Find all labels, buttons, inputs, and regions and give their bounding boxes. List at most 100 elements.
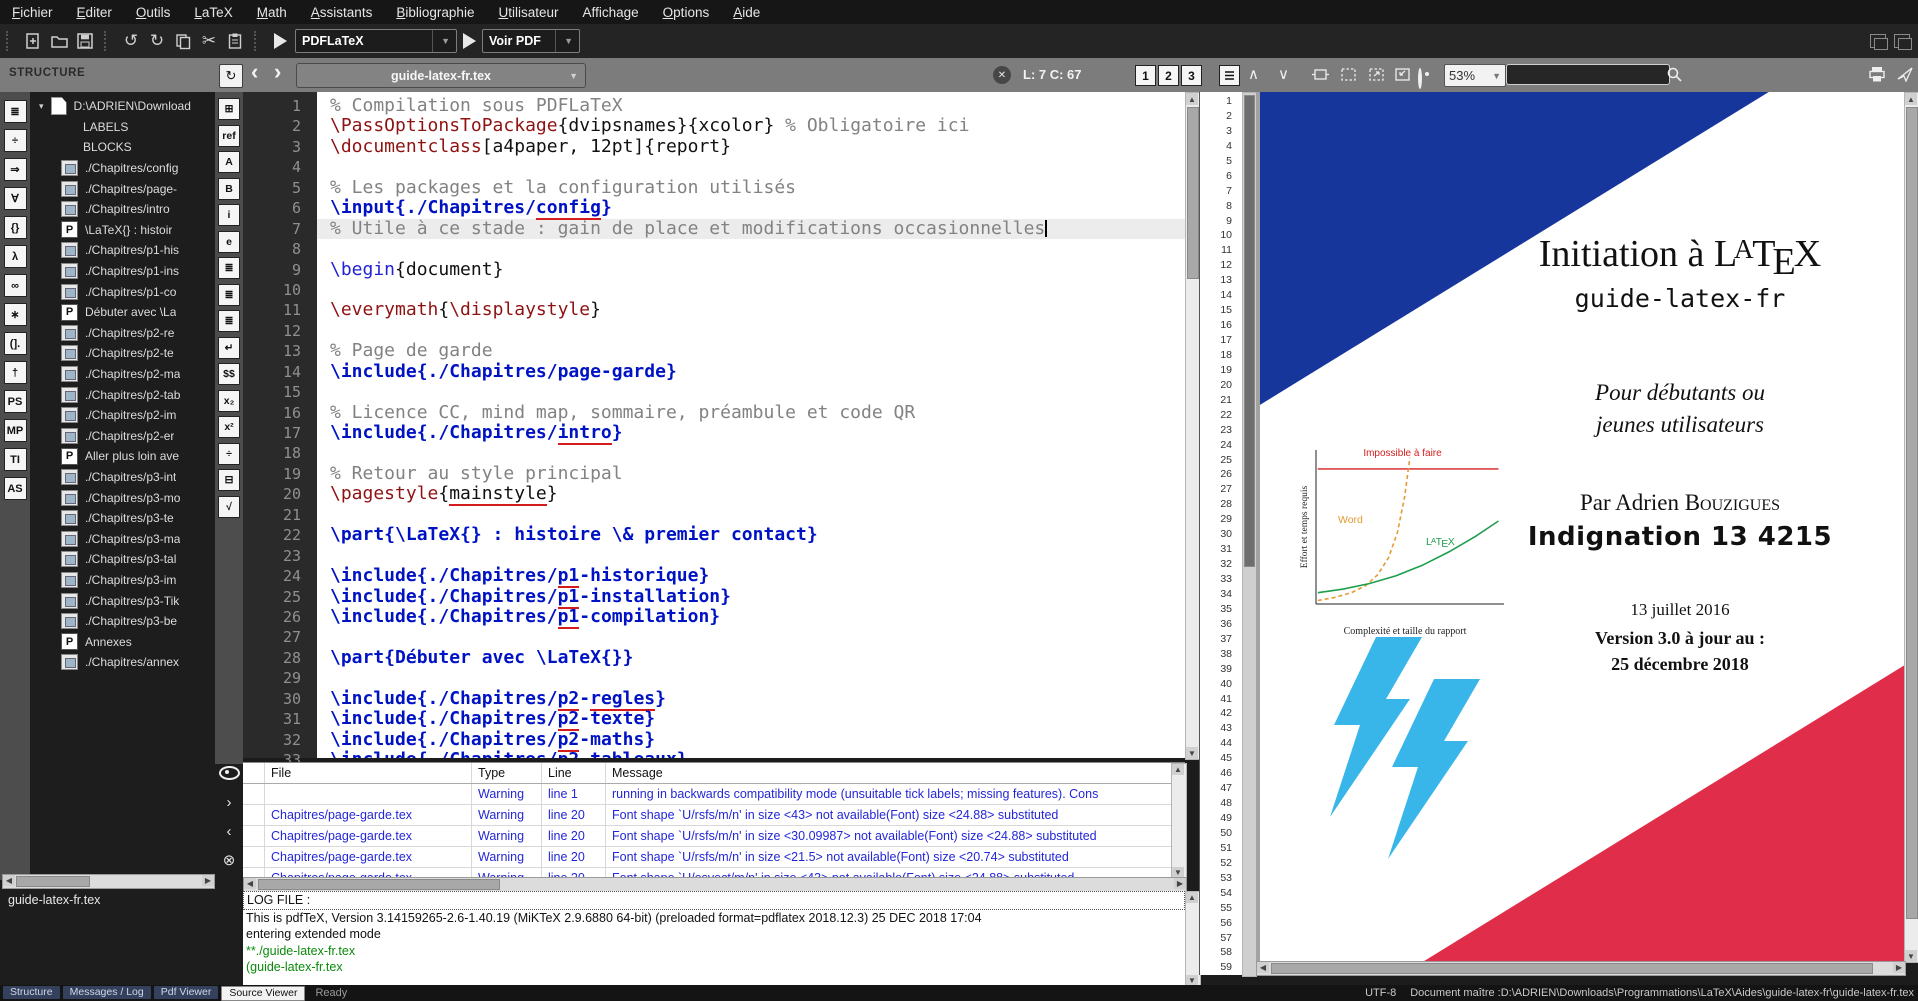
menu-item-options[interactable]: Options bbox=[651, 2, 722, 23]
bookmark-1-button[interactable]: 1 bbox=[1135, 65, 1156, 86]
message-row[interactable]: Warningline 1running in backwards compat… bbox=[243, 784, 1185, 805]
code-line[interactable]: \include{./Chapitres/p1-historique} bbox=[317, 566, 1185, 586]
block-list-button[interactable] bbox=[1219, 65, 1240, 86]
messages-vscrollbar[interactable]: ▲ ▼ bbox=[1171, 763, 1187, 879]
scroll-right-icon[interactable]: ▶ bbox=[1893, 962, 1905, 973]
tree-item[interactable]: ./Chapitres/config bbox=[31, 158, 214, 179]
close-icon[interactable]: ✕ bbox=[993, 66, 1011, 84]
eye-icon[interactable] bbox=[219, 765, 240, 781]
code-line[interactable]: \documentclass[a4paper, 12pt]{report} bbox=[317, 137, 1185, 157]
tree-item[interactable]: ./Chapitres/page- bbox=[31, 178, 214, 199]
tree-item[interactable]: ./Chapitres/p3-te bbox=[31, 508, 214, 529]
description-icon[interactable]: ≣ bbox=[218, 310, 240, 332]
superscript-icon[interactable]: x² bbox=[218, 416, 240, 438]
metapost-tab[interactable]: MP bbox=[4, 419, 27, 442]
code-line[interactable]: \input{./Chapitres/config} bbox=[317, 198, 1185, 218]
next-document-button[interactable]: › bbox=[274, 59, 281, 85]
ref-icon[interactable]: ref bbox=[218, 125, 240, 147]
statusbar-tab-messages-log[interactable]: Messages / Log bbox=[63, 986, 151, 999]
previous-page-icon[interactable]: ∧ bbox=[1248, 65, 1259, 83]
structure-tab[interactable]: ≣ bbox=[4, 100, 27, 123]
previous-message-icon[interactable]: ‹ bbox=[227, 823, 232, 839]
menu-item-outils[interactable]: Outils bbox=[124, 2, 183, 23]
code-line[interactable] bbox=[317, 280, 1185, 300]
misc-math-tab[interactable]: ∀ bbox=[4, 187, 27, 210]
pdf-viewer[interactable]: Initiation à LATEX guide-latex-fr Pour d… bbox=[1256, 92, 1904, 975]
detach-panel-icon[interactable] bbox=[1894, 34, 1910, 48]
view-run-button[interactable] bbox=[463, 33, 476, 49]
zoom-expand-icon[interactable] bbox=[1368, 67, 1385, 87]
menu-item-utilisateur[interactable]: Utilisateur bbox=[486, 2, 570, 23]
copy-button[interactable] bbox=[170, 28, 196, 54]
brackets-tab[interactable]: (]. bbox=[4, 332, 27, 355]
scroll-left-icon[interactable]: ◀ bbox=[1257, 962, 1269, 973]
text-symbols-tab[interactable]: † bbox=[4, 361, 27, 384]
code-line[interactable] bbox=[317, 668, 1185, 688]
bookmark-2-button[interactable]: 2 bbox=[1158, 65, 1179, 86]
code-line[interactable] bbox=[317, 382, 1185, 402]
tree-item[interactable]: ./Chapitres/p2-tab bbox=[31, 384, 214, 405]
scrollbar-thumb[interactable] bbox=[1187, 107, 1199, 279]
scroll-right-icon[interactable]: ▶ bbox=[202, 875, 214, 886]
scroll-up-icon[interactable]: ▲ bbox=[1905, 93, 1917, 105]
menu-item-fichier[interactable]: Fichier bbox=[0, 2, 65, 23]
tree-item[interactable]: ./Chapitres/p2-er bbox=[31, 426, 214, 447]
code-line[interactable]: \begin{document} bbox=[317, 260, 1185, 280]
pstricks-tab[interactable]: PS bbox=[4, 390, 27, 413]
math-symbols-tab[interactable]: ÷ bbox=[4, 129, 27, 152]
marquee-zoom-icon[interactable] bbox=[1340, 67, 1357, 87]
code-line[interactable] bbox=[317, 157, 1185, 177]
code-line[interactable]: \include{./Chapitres/p2-regles} bbox=[317, 689, 1185, 709]
inline-math-icon[interactable]: $$ bbox=[218, 363, 240, 385]
code-line[interactable]: \PassOptionsToPackage{dvipsnames}{xcolor… bbox=[317, 116, 1185, 136]
subscript-icon[interactable]: x₂ bbox=[218, 390, 240, 412]
tree-item[interactable]: BLOCKS bbox=[31, 137, 214, 158]
tikz-tab[interactable]: TI bbox=[4, 448, 27, 471]
compile-run-button[interactable] bbox=[274, 33, 287, 49]
menu-item-assistants[interactable]: Assistants bbox=[299, 2, 385, 23]
italic-icon[interactable]: i bbox=[218, 204, 240, 226]
enumerate-icon[interactable]: ≣ bbox=[218, 284, 240, 306]
dock-panel-icon[interactable] bbox=[1870, 34, 1886, 48]
scroll-up-icon[interactable]: ▲ bbox=[1186, 892, 1198, 903]
dfrac-icon[interactable]: ⊟ bbox=[218, 469, 240, 491]
compiler-select[interactable]: PDFLaTeX ▼ bbox=[295, 29, 457, 53]
scroll-down-icon[interactable]: ▼ bbox=[1905, 950, 1917, 962]
tree-item[interactable]: ./Chapitres/p2-im bbox=[31, 405, 214, 426]
tree-item[interactable]: ./Chapitres/p3-tal bbox=[31, 549, 214, 570]
code-line[interactable]: \include{./Chapitres/p2-texte} bbox=[317, 709, 1185, 729]
messages-hscrollbar[interactable]: ◀ ▶ bbox=[243, 877, 1187, 892]
tree-item[interactable]: ./Chapitres/p2-re bbox=[31, 323, 214, 344]
previous-document-button[interactable]: ‹ bbox=[251, 59, 258, 85]
code-line[interactable]: % Page de garde bbox=[317, 341, 1185, 361]
tree-item[interactable]: LABELS bbox=[31, 117, 214, 138]
undo-button[interactable]: ↺ bbox=[118, 28, 144, 54]
paste-button[interactable] bbox=[222, 28, 248, 54]
message-row[interactable]: Chapitres/page-garde.texWarningline 20Fo… bbox=[243, 826, 1185, 847]
tree-item[interactable]: ▾D:\ADRIEN\Download bbox=[31, 96, 214, 117]
frac-icon[interactable]: ÷ bbox=[218, 443, 240, 465]
special-symbols-tab[interactable]: ∗ bbox=[4, 303, 27, 326]
code-line[interactable] bbox=[317, 546, 1185, 566]
code-line[interactable]: \part{Débuter avec \LaTeX{}} bbox=[317, 648, 1185, 668]
redo-button[interactable]: ↻ bbox=[144, 28, 170, 54]
ruler-vscrollbar[interactable] bbox=[1242, 92, 1257, 977]
pdf-hscrollbar[interactable]: ◀ ▶ bbox=[1256, 961, 1906, 976]
tree-item[interactable]: PAnnexes bbox=[31, 631, 214, 652]
save-button[interactable] bbox=[72, 28, 98, 54]
tree-item[interactable]: ./Chapitres/p1-ins bbox=[31, 261, 214, 282]
asymptote-tab[interactable]: AS bbox=[4, 477, 27, 500]
arrow-symbols-tab[interactable]: ⇒ bbox=[4, 158, 27, 181]
code-line[interactable]: \include{./Chapitres/intro} bbox=[317, 423, 1185, 443]
menu-item-math[interactable]: Math bbox=[245, 2, 299, 23]
code-editor[interactable]: % Compilation sous PDFLaTeX\PassOptionsT… bbox=[317, 92, 1185, 758]
pdf-search-input[interactable] bbox=[1506, 64, 1670, 85]
zoom-level-select[interactable]: 53% ▼ bbox=[1444, 64, 1506, 87]
fit-width-icon[interactable] bbox=[1312, 67, 1329, 87]
scrollbar-thumb[interactable] bbox=[258, 879, 500, 890]
sqrt-icon[interactable]: √ bbox=[218, 496, 240, 518]
scroll-up-icon[interactable]: ▲ bbox=[1172, 764, 1184, 775]
frame-icon[interactable]: ⊞ bbox=[218, 98, 240, 120]
code-line[interactable]: \include{./Chapitres/page-garde} bbox=[317, 362, 1185, 382]
message-row[interactable]: Chapitres/page-garde.texWarningline 20Fo… bbox=[243, 847, 1185, 868]
